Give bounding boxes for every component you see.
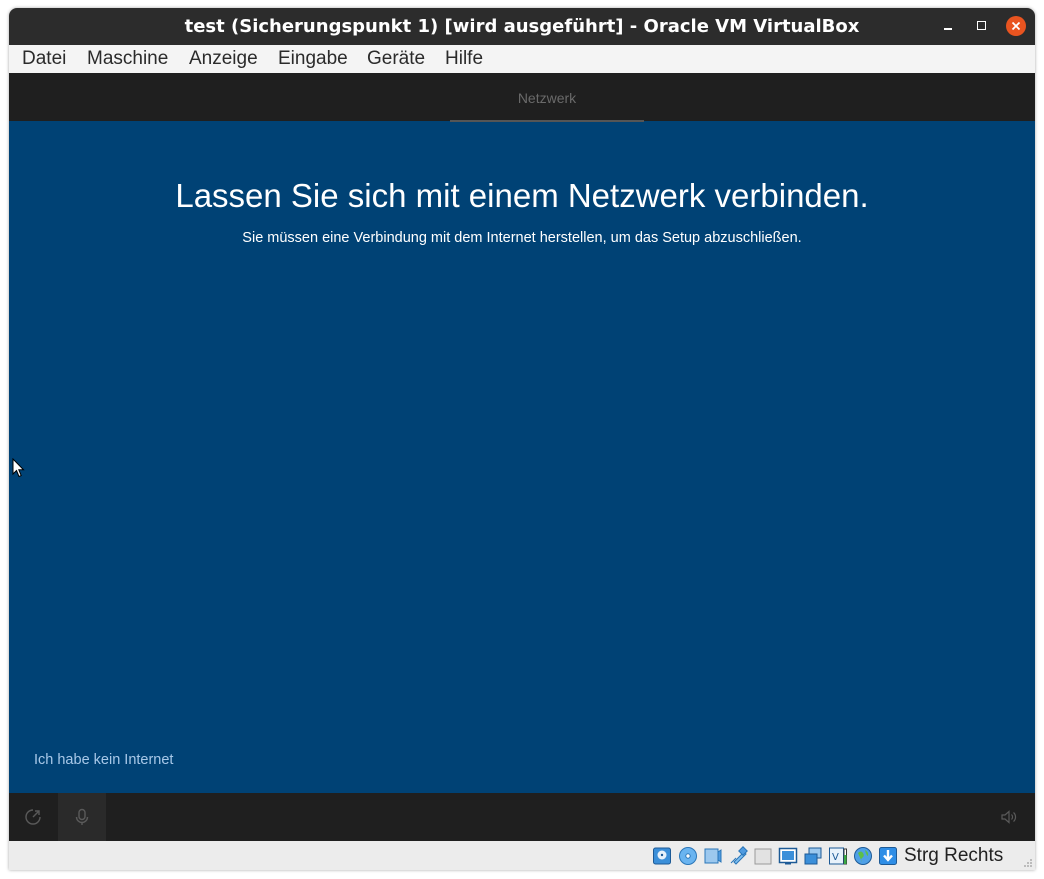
- shared-folders-icon[interactable]: [778, 846, 798, 866]
- audio-icon[interactable]: [703, 846, 723, 866]
- minimize-button[interactable]: [938, 16, 958, 36]
- close-button[interactable]: [1006, 16, 1026, 36]
- menu-maschine[interactable]: Maschine: [87, 48, 168, 70]
- usb-icon[interactable]: [753, 846, 773, 866]
- network-icon[interactable]: [728, 846, 748, 866]
- menu-eingabe[interactable]: Eingabe: [278, 48, 348, 70]
- microphone-icon: [75, 808, 89, 825]
- video-capture-icon[interactable]: V: [828, 846, 848, 866]
- microphone-button[interactable]: [58, 793, 106, 841]
- close-icon: [1011, 21, 1021, 31]
- virtualbox-window: test (Sicherungspunkt 1) [wird ausgeführ…: [9, 8, 1035, 870]
- volume-button[interactable]: [985, 793, 1033, 841]
- page-heading: Lassen Sie sich mit einem Netzwerk verbi…: [175, 177, 869, 214]
- maximize-button[interactable]: [972, 16, 992, 36]
- menu-anzeige[interactable]: Anzeige: [189, 48, 258, 70]
- mouse-integration-icon[interactable]: [853, 846, 873, 866]
- optical-drive-icon[interactable]: [678, 846, 698, 866]
- page-subheading: Sie müssen eine Verbindung mit dem Inter…: [242, 230, 802, 246]
- menu-hilfe[interactable]: Hilfe: [445, 48, 483, 70]
- mouse-pointer-icon: [12, 458, 25, 478]
- ease-of-access-button[interactable]: [9, 793, 57, 841]
- keyboard-capture-icon[interactable]: [878, 846, 898, 866]
- menu-datei[interactable]: Datei: [22, 48, 66, 70]
- minimize-icon: [944, 28, 952, 30]
- resize-grip-icon[interactable]: [1023, 858, 1033, 868]
- window-title: test (Sicherungspunkt 1) [wird ausgeführ…: [184, 16, 860, 37]
- display-icon[interactable]: [803, 846, 823, 866]
- status-bar: V Strg Rechts: [9, 841, 1035, 870]
- oobe-footer: [9, 793, 1035, 841]
- ease-of-access-icon: [25, 809, 41, 825]
- hard-disk-icon[interactable]: [652, 846, 672, 866]
- oobe-header: Netzwerk: [9, 73, 1035, 122]
- guest-screen[interactable]: Netzwerk Lassen Sie sich mit einem Netzw…: [9, 73, 1035, 841]
- host-key-label[interactable]: Strg Rechts: [904, 845, 1003, 867]
- svg-text:V: V: [832, 852, 839, 863]
- volume-icon: [1001, 810, 1017, 824]
- menu-geraete[interactable]: Geräte: [367, 48, 425, 70]
- menu-bar: Datei Maschine Anzeige Eingabe Geräte Hi…: [9, 45, 1035, 74]
- title-bar[interactable]: test (Sicherungspunkt 1) [wird ausgeführ…: [9, 8, 1035, 45]
- tab-netzwerk: Netzwerk: [450, 73, 644, 122]
- no-internet-link[interactable]: Ich habe kein Internet: [34, 752, 173, 768]
- maximize-icon: [977, 21, 986, 30]
- tab-netzwerk-label: Netzwerk: [517, 90, 577, 106]
